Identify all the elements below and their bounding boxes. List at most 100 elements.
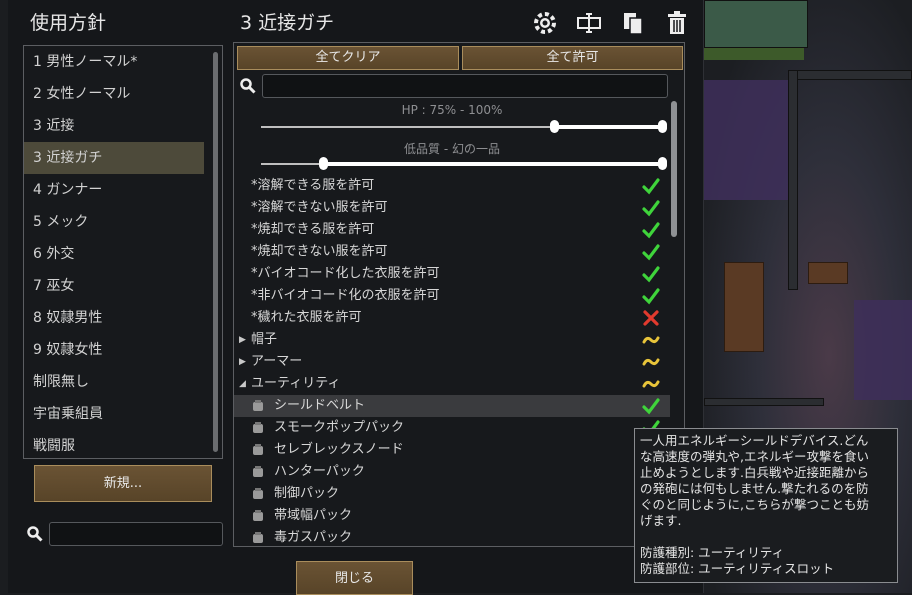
filter-row[interactable]: *非バイオコード化の衣服を許可 — [234, 285, 670, 307]
checkmark-icon[interactable] — [642, 265, 660, 283]
tooltip-line: 止めようとします.白兵戦や近接距離から — [640, 465, 869, 480]
node-icon — [251, 443, 265, 457]
filter-row[interactable]: スモークポップパック — [234, 417, 670, 439]
filter-row-label: 制御パック — [274, 486, 340, 501]
expand-arrow-icon[interactable]: ▶ — [239, 351, 246, 373]
cross-icon[interactable] — [642, 309, 660, 327]
filter-category-row[interactable]: ◢ ユーティリティ — [234, 373, 670, 395]
filter-search — [240, 74, 670, 98]
tooltip-line: ぐのと同じように,こちらが撃つことも妨 — [640, 497, 869, 512]
policy-item[interactable]: 5 メック — [24, 206, 204, 238]
policy-item[interactable]: 3 近接 — [24, 110, 204, 142]
filter-row[interactable]: *バイオコード化した衣服を許可 — [234, 263, 670, 285]
pack-icon — [251, 465, 265, 479]
filter-row-label: 毒ガスパック — [274, 530, 353, 545]
policy-item[interactable]: 8 奴隷男性 — [24, 302, 204, 334]
gear-icon[interactable] — [530, 9, 560, 37]
collapse-arrow-icon[interactable]: ◢ — [239, 373, 246, 395]
allow-all-button[interactable]: 全て許可 — [462, 46, 683, 70]
policy-item-selected[interactable]: 3 近接ガチ — [24, 142, 204, 174]
filter-row-label: ハンターパック — [274, 464, 365, 479]
checkmark-icon[interactable] — [642, 221, 660, 239]
filter-row[interactable]: シールドベルト — [234, 395, 670, 417]
new-policy-button[interactable]: 新規... — [34, 465, 212, 502]
filter-row-label: *穢れた衣服を許可 — [251, 310, 362, 325]
pack-icon — [251, 487, 265, 501]
policy-item[interactable]: 宇宙乗組員 — [24, 398, 204, 430]
filter-row[interactable]: *穢れた衣服を許可 — [234, 307, 670, 329]
filter-category-row[interactable]: ▶ アーマー — [234, 351, 670, 373]
pack-icon — [251, 531, 265, 545]
checkmark-icon[interactable] — [642, 177, 660, 195]
checkmark-icon[interactable] — [642, 243, 660, 261]
rename-icon[interactable] — [574, 9, 604, 37]
partial-tilde-icon[interactable] — [642, 353, 660, 371]
pack-icon — [251, 509, 265, 523]
tooltip-line: な高速度の弾丸や,エネルギー攻撃を食い — [640, 449, 869, 464]
clear-all-button[interactable]: 全てクリア — [237, 46, 459, 70]
filter-row-label: スモークポップパック — [274, 420, 405, 435]
policy-list-scrollbar[interactable] — [213, 52, 218, 452]
filter-row[interactable]: *焼却できない服を許可 — [234, 241, 670, 263]
filter-row[interactable]: 毒ガスパック — [234, 527, 670, 546]
quality-range-label: 低品質 - 幻の一品 — [404, 142, 500, 156]
partial-tilde-icon[interactable] — [642, 375, 660, 393]
filter-row-label: *非バイオコード化の衣服を許可 — [251, 288, 440, 303]
checkmark-icon[interactable] — [642, 397, 660, 415]
policy-item[interactable]: 6 外交 — [24, 238, 204, 270]
policy-item[interactable]: 1 男性ノーマル* — [24, 46, 204, 78]
checkmark-icon[interactable] — [642, 287, 660, 305]
filter-row-label: 帯域幅パック — [274, 508, 353, 523]
filter-row-label: シールドベルト — [274, 398, 366, 413]
filter-row-label: セレブレックスノード — [274, 442, 404, 457]
tooltip-protection-part: 防護部位: ユーティリティスロット — [640, 561, 835, 576]
filter-row[interactable]: セレブレックスノード — [234, 439, 670, 461]
policy-item[interactable]: 制限無し — [24, 366, 204, 398]
policy-list: 1 男性ノーマル* 2 女性ノーマル 3 近接 3 近接ガチ 4 ガンナー 5 … — [23, 45, 223, 459]
tooltip-protection-type: 防護種別: ユーティリティ — [640, 545, 785, 560]
tooltip-line: 一人用エネルギーシールドデバイス.どん — [640, 433, 869, 448]
policy-item[interactable]: 2 女性ノーマル — [24, 78, 204, 110]
filter-row[interactable]: *溶解できない服を許可 — [234, 197, 670, 219]
hp-slider-fill — [554, 125, 663, 129]
tooltip-description: 一人用エネルギーシールドデバイス.どん な高速度の弾丸や,エネルギー攻撃を食い … — [640, 433, 892, 529]
pack-icon — [251, 421, 265, 435]
policy-item[interactable]: 7 巫女 — [24, 270, 204, 302]
quality-slider-fill — [323, 162, 663, 166]
tooltip-line: げます. — [640, 513, 682, 528]
filter-row-label: ユーティリティ — [251, 376, 341, 391]
search-icon — [240, 78, 256, 94]
filter-row-label: *バイオコード化した衣服を許可 — [251, 266, 440, 281]
item-tooltip: 一人用エネルギーシールドデバイス.どん な高速度の弾丸や,エネルギー攻撃を食い … — [634, 428, 898, 583]
quality-slider-min-handle[interactable] — [319, 157, 328, 170]
filter-row-label: *溶解できる服を許可 — [251, 178, 375, 193]
policy-item[interactable]: 4 ガンナー — [24, 174, 204, 206]
filter-row-label: *焼却できる服を許可 — [251, 222, 375, 237]
filter-row[interactable]: *溶解できる服を許可 — [234, 175, 670, 197]
filter-row-label: *溶解できない服を許可 — [251, 200, 388, 215]
filter-row-label: アーマー — [251, 354, 303, 369]
filter-row[interactable]: 帯域幅パック — [234, 505, 670, 527]
policy-search-input[interactable] — [49, 522, 223, 546]
filter-search-input[interactable] — [262, 74, 668, 98]
hp-range-label: HP : 75% - 100% — [401, 103, 503, 117]
filter-row[interactable]: *焼却できる服を許可 — [234, 219, 670, 241]
policy-item[interactable]: 9 奴隷女性 — [24, 334, 204, 366]
hp-slider-min-handle[interactable] — [550, 120, 559, 133]
policy-item[interactable]: 戦闘服 — [24, 430, 204, 458]
filter-scrollbar[interactable] — [671, 101, 677, 237]
quality-slider-max-handle[interactable] — [658, 157, 667, 170]
copy-icon[interactable] — [618, 9, 648, 37]
partial-tilde-icon[interactable] — [642, 331, 660, 349]
filter-category-row[interactable]: ▶ 帽子 — [234, 329, 670, 351]
belt-icon — [251, 399, 265, 413]
hp-slider-max-handle[interactable] — [658, 120, 667, 133]
trash-icon[interactable] — [662, 9, 692, 37]
checkmark-icon[interactable] — [642, 199, 660, 217]
expand-arrow-icon[interactable]: ▶ — [239, 329, 246, 351]
tooltip-line: の発砲には何もしません.撃たれるのを防 — [640, 481, 869, 496]
filter-row-label: 帽子 — [251, 332, 278, 347]
close-button[interactable]: 閉じる — [296, 561, 413, 595]
filter-row[interactable]: 制御パック — [234, 483, 670, 505]
filter-row[interactable]: ハンターパック — [234, 461, 670, 483]
